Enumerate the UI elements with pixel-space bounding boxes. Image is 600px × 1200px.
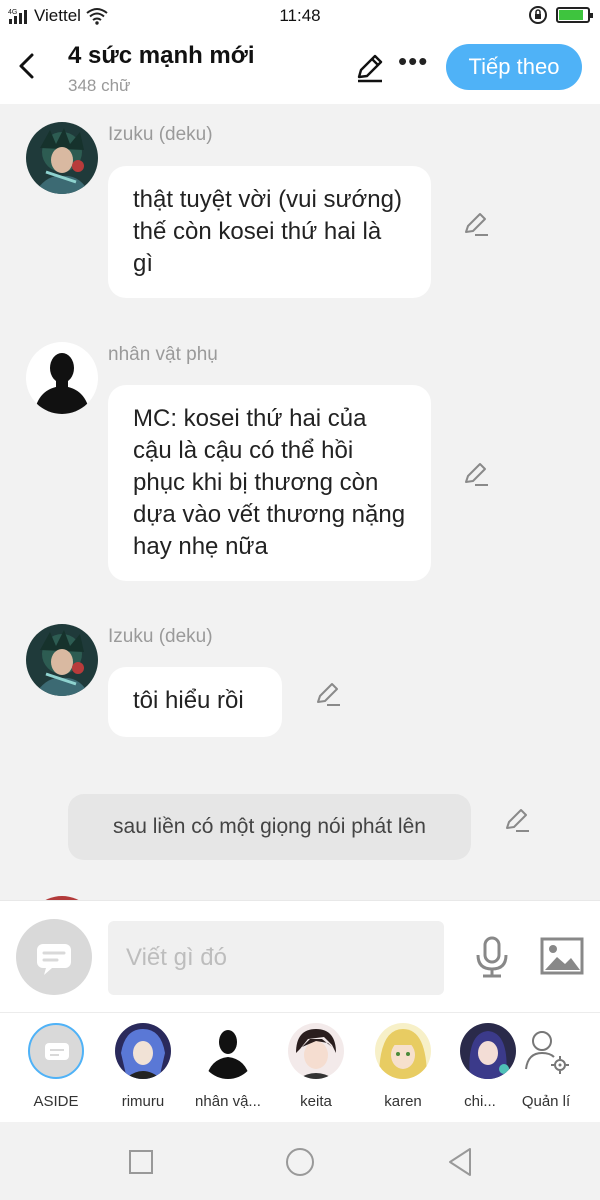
- character-label: keita: [300, 1093, 332, 1110]
- character-label: Quản lí: [521, 1093, 571, 1110]
- sender-name: Izuku (deku): [108, 626, 213, 647]
- status-right: [528, 5, 593, 25]
- aside-toggle-button[interactable]: [16, 919, 92, 995]
- pen-icon[interactable]: [354, 52, 386, 84]
- header: 4 sức mạnh mới 348 chữ ••• Tiếp theo: [0, 32, 600, 104]
- pencil-icon[interactable]: [462, 210, 490, 238]
- character-nhan-vat-phu[interactable]: nhân vậ...: [188, 1023, 268, 1110]
- manage-characters[interactable]: Quản lí: [506, 1023, 586, 1110]
- character-rimuru[interactable]: rimuru: [103, 1023, 183, 1110]
- character-aside[interactable]: ASIDE: [16, 1023, 96, 1110]
- character-label: rimuru: [121, 1093, 165, 1110]
- square-icon[interactable]: [123, 1144, 159, 1180]
- system-nav-bar: [0, 1122, 600, 1200]
- keita-avatar: [288, 1023, 344, 1079]
- back-arrow-icon[interactable]: [12, 48, 42, 84]
- character-label: ASIDE: [33, 1093, 79, 1110]
- microphone-icon[interactable]: [472, 935, 512, 979]
- message-bubble[interactable]: MC: kosei thứ hai của cậu là cậu có thể …: [108, 385, 431, 581]
- pencil-icon[interactable]: [462, 460, 490, 488]
- triangle-back-icon[interactable]: [442, 1144, 478, 1180]
- manage-avatar: [518, 1023, 574, 1079]
- pencil-icon[interactable]: [314, 680, 342, 708]
- nhan-vat-phu-avatar: [200, 1023, 256, 1079]
- page-title: 4 sức mạnh mới: [68, 42, 255, 69]
- user-settings-icon: [525, 1031, 569, 1074]
- avatar-izuku[interactable]: [26, 122, 98, 194]
- message-bubble[interactable]: tôi hiểu rồi: [108, 667, 282, 737]
- rimuru-avatar: [115, 1023, 171, 1079]
- composer: [0, 900, 600, 1012]
- character-label: karen: [384, 1093, 422, 1110]
- rotation-lock-icon: [529, 6, 547, 24]
- clock: 11:48: [279, 6, 321, 25]
- aside-bubble[interactable]: sau liền có một giọng nói phát lên: [68, 794, 471, 860]
- avatar-nhan-vat-phu[interactable]: [26, 342, 98, 414]
- character-label: nhân vậ...: [195, 1093, 261, 1110]
- message-bubble[interactable]: thật tuyệt vời (vui sướng) thế còn kosei…: [108, 166, 431, 298]
- character-chi[interactable]: chi...: [440, 1023, 516, 1110]
- avatar-izuku[interactable]: [26, 624, 98, 696]
- more-horizontal-icon[interactable]: •••: [398, 48, 428, 80]
- character-label: chi...: [464, 1093, 496, 1110]
- battery-icon: [556, 7, 593, 23]
- status-bar: 4G Viettel 11:48: [0, 0, 600, 32]
- message-input[interactable]: [108, 921, 444, 995]
- circle-icon[interactable]: [282, 1144, 318, 1180]
- chat-area[interactable]: Izuku (deku) thật tuyệt vời (vui sướng) …: [0, 104, 600, 900]
- character-bar: ASIDE rimuru nhân vậ... keita karen chi.…: [0, 1012, 600, 1122]
- word-count: 348 chữ: [68, 76, 131, 95]
- aside-avatar: [28, 1023, 84, 1079]
- character-karen[interactable]: karen: [363, 1023, 443, 1110]
- pencil-icon[interactable]: [503, 806, 531, 834]
- sender-name: nhân vật phụ: [108, 344, 218, 365]
- sender-name: Izuku (deku): [108, 124, 213, 145]
- chat-bubble-icon: [45, 1043, 69, 1060]
- next-button[interactable]: Tiếp theo: [446, 44, 582, 90]
- chat-bubble-icon: [37, 944, 71, 975]
- karen-avatar: [375, 1023, 431, 1079]
- character-keita[interactable]: keita: [276, 1023, 356, 1110]
- image-icon[interactable]: [540, 937, 584, 975]
